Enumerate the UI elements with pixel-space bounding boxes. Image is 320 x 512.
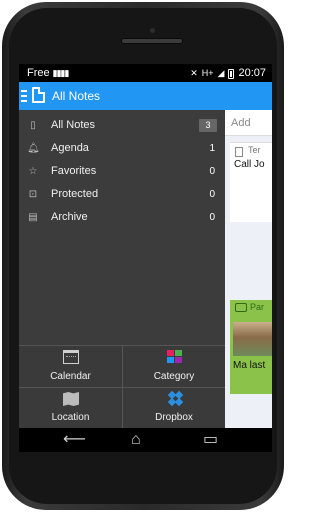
signal-icon: ◢ — [217, 68, 225, 78]
drawer-item-label: Archive — [51, 211, 88, 223]
note-photo — [233, 322, 272, 356]
count-badge: 0 — [209, 212, 215, 223]
drawer-item-protected[interactable]: ⊡ Protected 0 — [19, 183, 225, 206]
add-note-input[interactable]: Add — [225, 110, 272, 136]
drawer-shortcuts: Calendar Category Location Dropbox — [19, 345, 225, 428]
tile-label: Category — [153, 371, 195, 382]
drawer-item-favorites[interactable]: ☆ Favorites 0 — [19, 160, 225, 183]
camera-icon — [235, 303, 247, 312]
calendar-icon — [63, 350, 79, 364]
note-category: Par — [250, 302, 265, 312]
map-icon — [63, 392, 79, 406]
note-icon: ▯ — [30, 120, 36, 131]
archive-icon: ▤ — [28, 212, 38, 223]
count-badge: 0 — [209, 189, 215, 200]
home-icon[interactable]: ⌂ — [131, 431, 141, 449]
clock: 20:07 — [238, 67, 266, 79]
category-button[interactable]: Category — [122, 346, 225, 387]
drawer-item-label: Favorites — [51, 165, 97, 177]
drawer-item-label: Agenda — [51, 142, 89, 154]
note-card[interactable]: Ter Call Jo — [230, 142, 272, 222]
drawer-item-label: All Notes — [51, 119, 96, 131]
battery-icon — [228, 69, 235, 79]
note-text: Ma last — [233, 360, 266, 371]
navigation-drawer: ▯ All Notes 3 🔔︎ Agenda 1 ☆ Favorites 0 … — [19, 110, 225, 428]
bell-icon: 🔔︎ — [27, 143, 40, 154]
navigation-bar: ⟵ ⌂ ▭ — [19, 428, 272, 452]
action-bar: All Notes — [19, 82, 272, 110]
note-text: Call Jo — [234, 159, 265, 170]
screen: Free ▮▮▮▮ ✕ H+ ◢ 20:07 All Notes ▯ All No… — [19, 64, 272, 428]
drawer-menu-icon[interactable] — [21, 90, 27, 102]
note-icon[interactable] — [32, 87, 45, 103]
recent-apps-icon[interactable]: ▭ — [203, 431, 218, 449]
drawer-item-agenda[interactable]: 🔔︎ Agenda 1 — [19, 137, 225, 160]
category-icon — [167, 350, 183, 364]
count-badge: 1 — [209, 143, 215, 154]
mute-icon: ✕ — [190, 68, 198, 78]
drawer-item-all-notes[interactable]: ▯ All Notes 3 — [19, 114, 225, 137]
carrier-label: Free — [27, 67, 50, 79]
star-icon: ☆ — [28, 166, 38, 177]
signal-bars-icon: ▮▮▮▮ — [52, 68, 70, 78]
dropbox-icon — [167, 390, 184, 407]
tile-label: Dropbox — [155, 412, 193, 423]
tile-label: Calendar — [50, 371, 91, 382]
page-title: All Notes — [52, 89, 101, 103]
location-button[interactable]: Location — [19, 387, 122, 428]
front-camera — [150, 28, 155, 33]
drawer-item-archive[interactable]: ▤ Archive 0 — [19, 206, 225, 229]
back-icon[interactable]: ⟵ — [63, 431, 86, 449]
dropbox-button[interactable]: Dropbox — [122, 387, 225, 428]
count-badge: 0 — [209, 166, 215, 177]
status-bar: Free ▮▮▮▮ ✕ H+ ◢ 20:07 — [19, 64, 272, 82]
notes-list: Add Ter Call Jo Par Ma last — [225, 110, 272, 428]
lock-icon: ⊡ — [28, 189, 38, 200]
note-icon — [235, 147, 243, 157]
drawer-item-label: Protected — [51, 188, 99, 200]
count-badge: 3 — [199, 119, 217, 132]
note-card[interactable]: Par Ma last — [230, 300, 272, 394]
earpiece-speaker — [121, 38, 183, 44]
calendar-button[interactable]: Calendar — [19, 346, 122, 387]
note-category: Ter — [248, 145, 261, 155]
network-type: H+ — [201, 68, 214, 78]
tile-label: Location — [51, 412, 90, 423]
